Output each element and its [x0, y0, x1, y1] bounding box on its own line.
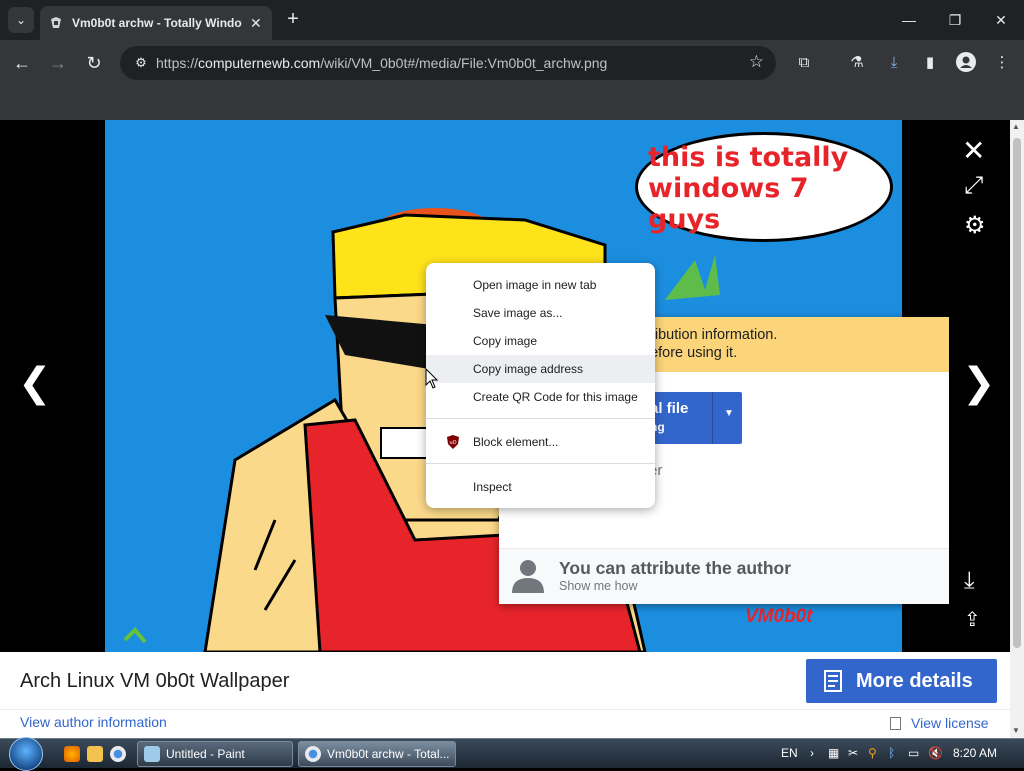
context-menu: Open image in new tab Save image as... C…: [426, 263, 655, 508]
url-text[interactable]: https://computernewb.com/wiki/VM_0b0t#/m…: [156, 55, 607, 71]
tab-close-icon[interactable]: ✕: [250, 15, 262, 32]
tray-tool-icon[interactable]: ✂: [848, 746, 858, 760]
download-icon[interactable]: ⤓: [964, 567, 975, 595]
menu-copy-image-address[interactable]: Copy image address: [426, 355, 655, 383]
speech-bubble-text: this is totally windows 7 guys: [648, 142, 849, 235]
display-icon[interactable]: ▭: [908, 746, 919, 760]
mouse-cursor-icon: [425, 368, 439, 389]
share-icon[interactable]: ⇪: [964, 607, 981, 632]
address-bar[interactable]: ⚙ https://computernewb.com/wiki/VM_0b0t#…: [120, 46, 776, 80]
chrome-icon: [305, 746, 321, 762]
download-original-button[interactable]: al file ng ▼: [642, 392, 742, 444]
taskbar-paint-button[interactable]: Untitled - Paint: [137, 741, 293, 767]
image-title: Arch Linux VM 0b0t Wallpaper: [20, 670, 290, 692]
tab-title: Vm0b0t archw - Totally Windows 7: [72, 16, 242, 30]
attribute-author-section[interactable]: You can attribute the author Show me how: [499, 548, 949, 604]
menu-create-qr-code[interactable]: Create QR Code for this image: [426, 383, 655, 411]
chevron-down-icon[interactable]: ▼: [724, 408, 734, 419]
network-icon[interactable]: ▦: [828, 746, 839, 760]
user-avatar-icon: [512, 560, 544, 593]
ublock-shield-icon: uO: [447, 435, 459, 449]
previous-image-arrow-icon[interactable]: ❮: [18, 360, 52, 406]
more-details-button[interactable]: More details: [806, 659, 997, 703]
show-hidden-icons-chevron-icon[interactable]: ›: [810, 746, 814, 760]
firefox-icon[interactable]: [64, 746, 80, 762]
active-tab[interactable]: Vm0b0t archw - Totally Windows 7 ✕: [40, 6, 272, 40]
tab-strip: ⌄ Vm0b0t archw - Totally Windows 7 ✕ + —…: [0, 0, 1024, 40]
browser-toolbar: ← → ↻ ⚙ https://computernewb.com/wiki/VM…: [0, 40, 1024, 86]
search-icon[interactable]: ⚲: [868, 746, 877, 760]
menu-inspect[interactable]: Inspect: [426, 473, 655, 501]
minimize-button[interactable]: —: [886, 6, 932, 34]
profile-avatar-icon[interactable]: [955, 52, 977, 74]
wiki-favicon: [48, 15, 64, 31]
reload-button[interactable]: ↻: [81, 50, 107, 76]
paint-icon: [144, 746, 160, 762]
back-button[interactable]: ←: [9, 50, 35, 76]
menu-copy-image[interactable]: Copy image: [426, 327, 655, 355]
next-image-arrow-icon[interactable]: ❯: [962, 360, 996, 406]
start-orb-icon[interactable]: [9, 737, 43, 771]
menu-kebab-icon[interactable]: ⋮: [991, 52, 1013, 74]
attribute-title: You can attribute the author: [559, 558, 792, 578]
language-indicator[interactable]: EN: [781, 746, 798, 760]
view-author-link[interactable]: View author information: [20, 714, 167, 730]
forward-button[interactable]: →: [45, 50, 71, 76]
volume-muted-icon[interactable]: 🔇: [928, 746, 943, 760]
page-scrollbar[interactable]: ▲ ▼: [1010, 120, 1024, 738]
taskbar-chrome-button[interactable]: Vm0b0t archw - Total...: [298, 741, 456, 767]
svg-text:uO: uO: [449, 440, 456, 446]
site-info-icon[interactable]: ⚙: [126, 55, 156, 71]
bookmark-star-icon[interactable]: ☆: [749, 52, 764, 72]
page-icon: [890, 716, 901, 730]
close-viewer-icon[interactable]: ✕: [962, 134, 985, 167]
bookmark-bar: [0, 86, 1024, 120]
settings-gear-icon[interactable]: ⚙: [964, 211, 986, 240]
chrome-icon[interactable]: [110, 746, 126, 762]
bluetooth-icon[interactable]: ᛒ: [888, 746, 895, 760]
restore-button[interactable]: ❐: [932, 6, 978, 34]
menu-block-element[interactable]: uO Block element...: [426, 428, 655, 456]
fullscreen-icon[interactable]: ⤢: [964, 172, 983, 200]
tab-search-button[interactable]: ⌄: [8, 7, 34, 33]
view-license-link[interactable]: View license: [890, 715, 989, 731]
clock[interactable]: 8:20 AM: [953, 746, 997, 760]
close-window-button[interactable]: ✕: [978, 6, 1024, 34]
document-icon: [824, 670, 842, 692]
side-panel-icon[interactable]: ▮: [919, 52, 941, 74]
extensions-icon[interactable]: ⧉: [793, 52, 815, 74]
menu-save-image-as[interactable]: Save image as...: [426, 299, 655, 327]
windows-taskbar: Untitled - Paint Vm0b0t archw - Total...…: [0, 737, 1024, 771]
image-info-bar: Arch Linux VM 0b0t Wallpaper More detail…: [0, 652, 1010, 738]
downloads-icon[interactable]: ⤓: [883, 52, 905, 74]
image-watermark: VM0b0t: [745, 606, 813, 627]
labs-flask-icon[interactable]: ⚗: [846, 52, 868, 74]
new-tab-button[interactable]: +: [282, 8, 304, 30]
show-me-how-link[interactable]: Show me how: [559, 579, 638, 593]
folder-icon[interactable]: [87, 746, 103, 762]
menu-open-image-new-tab[interactable]: Open image in new tab: [426, 271, 655, 299]
